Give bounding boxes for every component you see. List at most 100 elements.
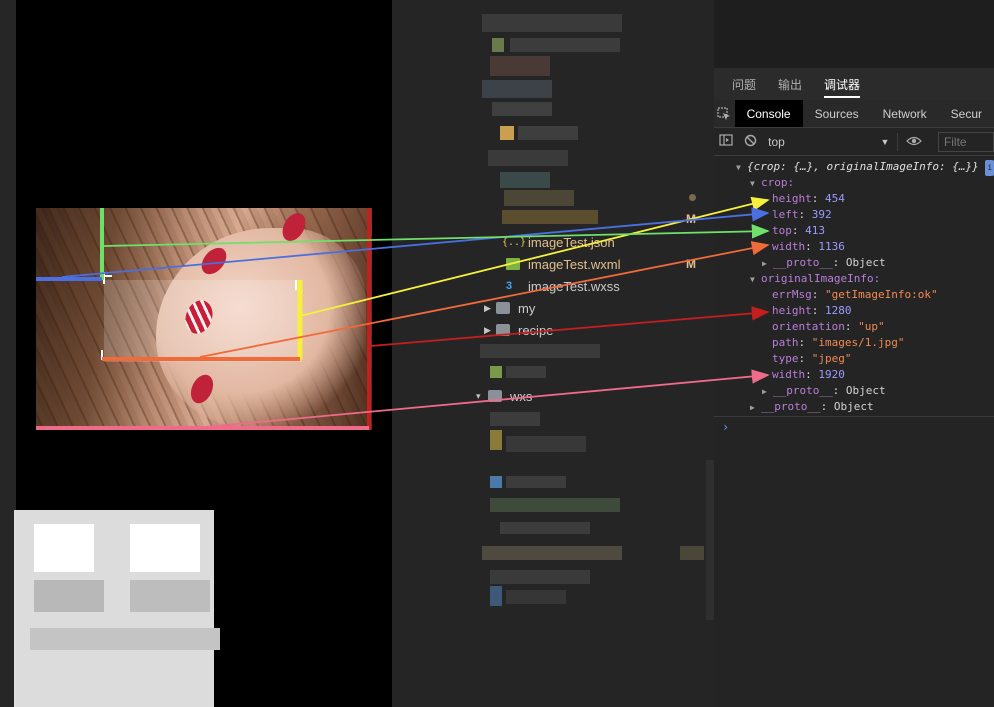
blurred-widget [34, 580, 104, 612]
log-summary-row[interactable]: ▼ {crop: {…}, originalImageInfo: {…}} i [736, 159, 994, 176]
tab-debugger[interactable]: 调试器 [824, 76, 861, 98]
devtools-panel: 问题 输出 调试器 Console Sources Network Secur … [714, 0, 994, 707]
prop-key: errMsg [772, 288, 812, 301]
sidebar-toggle-icon[interactable] [714, 134, 738, 149]
inspect-element-icon[interactable] [714, 100, 735, 127]
orig-errmsg-row: errMsg: "getImageInfo:ok" [772, 288, 938, 301]
file-item-json[interactable]: {..} imageTest.json [502, 231, 615, 253]
orig-orientation-row: orientation: "up" [772, 320, 885, 333]
expand-right-icon: ▶ [762, 259, 767, 268]
blurred-tree [482, 80, 552, 98]
tab-problems[interactable]: 问题 [732, 76, 756, 93]
tab-network[interactable]: Network [871, 100, 939, 127]
root-proto-row[interactable]: ▶ __proto__: Object [750, 399, 874, 416]
file-item-wxml[interactable]: imageTest.wxml [506, 253, 620, 275]
blurred-tree [490, 430, 502, 450]
blurred-tree [502, 210, 598, 224]
blurred-tree [506, 366, 546, 378]
crop-height-row: height: 454 [772, 192, 845, 205]
blurred-tree [500, 126, 514, 140]
crop-key: crop: [761, 176, 795, 189]
crop-proto-row[interactable]: ▶ __proto__: Object [762, 255, 886, 272]
wxml-icon [506, 258, 520, 270]
file-explorer: M {..} imageTest.json imageTest.wxml M 3… [392, 0, 714, 707]
prop-value: 1920 [818, 368, 845, 381]
prop-key: orientation [772, 320, 845, 333]
blurred-tree [488, 150, 568, 166]
blurred-tree [510, 38, 620, 52]
orig-type-row: type: "jpeg" [772, 352, 852, 365]
expand-right-icon: ▶ [750, 403, 755, 412]
modified-dot [689, 194, 696, 201]
proto-key: __proto__ [773, 384, 833, 397]
prop-value: 413 [805, 224, 825, 237]
info-badge: i [985, 160, 994, 176]
original-row[interactable]: ▼ originalImageInfo: [750, 271, 880, 288]
expand-down-icon: ▼ [750, 179, 755, 188]
prop-value: 454 [825, 192, 845, 205]
devtools-top-gap [714, 0, 994, 68]
blurred-tree [490, 56, 550, 76]
console-separator [714, 416, 994, 417]
tab-sources[interactable]: Sources [803, 100, 871, 127]
folder-name: wxs [510, 388, 533, 404]
source-image [36, 208, 372, 430]
file-name: imageTest.wxml [528, 256, 621, 272]
clear-console-icon[interactable] [738, 134, 762, 150]
console-prompt[interactable]: › [722, 420, 729, 434]
blurred-tree [492, 38, 504, 52]
blurred-tree [482, 14, 622, 32]
blurred-tree [506, 590, 566, 604]
folder-icon [496, 324, 510, 336]
proto-value: Object [845, 256, 886, 269]
blurred-tree [482, 546, 622, 560]
blurred-tree [504, 190, 574, 206]
folder-name: recipe [518, 322, 554, 338]
log-summary: {crop: {…}, originalImageInfo: {…}} [747, 160, 979, 173]
proto-value: Object [845, 384, 886, 397]
folder-item-my[interactable]: ▶ my [484, 297, 535, 319]
git-modified-badge: M [686, 212, 696, 226]
crop-top-row: top: 413 [772, 224, 825, 237]
tab-output[interactable]: 输出 [778, 76, 802, 93]
prop-key: width [772, 368, 806, 381]
chevron-right-icon: ▶ [484, 302, 491, 313]
file-item-wxss[interactable]: 3 imageTest.wxss [506, 275, 620, 297]
folder-item-recipe[interactable]: ▶ recipe [484, 319, 553, 341]
prop-value: "up" [858, 320, 885, 333]
context-select[interactable]: top ▼ [768, 132, 899, 151]
orig-proto-row[interactable]: ▶ __proto__: Object [762, 383, 886, 400]
blurred-widget [130, 580, 210, 612]
proto-key: __proto__ [773, 256, 833, 269]
proto-value: Object [833, 400, 874, 413]
git-modified-badge: M [686, 257, 696, 271]
chevron-down-icon: ▾ [476, 390, 481, 401]
json-icon: {..} [502, 236, 527, 248]
prop-value: 1280 [825, 304, 852, 317]
orig-height-row: height: 1280 [772, 304, 852, 317]
wxss-icon: 3 [506, 280, 513, 292]
blurred-tree [490, 476, 502, 488]
original-key: originalImageInfo: [761, 272, 881, 285]
tab-console[interactable]: Console [734, 100, 803, 127]
file-name: imageTest.json [528, 234, 615, 250]
simulator-panel [0, 0, 392, 707]
blurred-tree [506, 476, 566, 488]
tab-security[interactable]: Secur [939, 100, 994, 127]
console-filter-input[interactable]: Filte [937, 131, 994, 152]
eye-icon[interactable] [898, 135, 929, 149]
folder-icon [488, 390, 502, 402]
chevron-right-icon: ▶ [484, 324, 491, 335]
prop-value: 1136 [818, 240, 845, 253]
blurred-tree [680, 546, 704, 560]
folder-item-wxs[interactable]: ▾ wxs [476, 385, 532, 407]
blurred-tree [480, 344, 600, 358]
blurred-tree [490, 570, 590, 584]
expand-down-icon: ▼ [750, 275, 755, 284]
prop-key: left [772, 208, 799, 221]
crop-row[interactable]: ▼ crop: [750, 175, 794, 192]
prop-value: "jpeg" [811, 352, 852, 365]
blurred-tree [492, 102, 552, 116]
explorer-scrollbar[interactable] [706, 460, 714, 620]
prop-value: 392 [811, 208, 832, 221]
